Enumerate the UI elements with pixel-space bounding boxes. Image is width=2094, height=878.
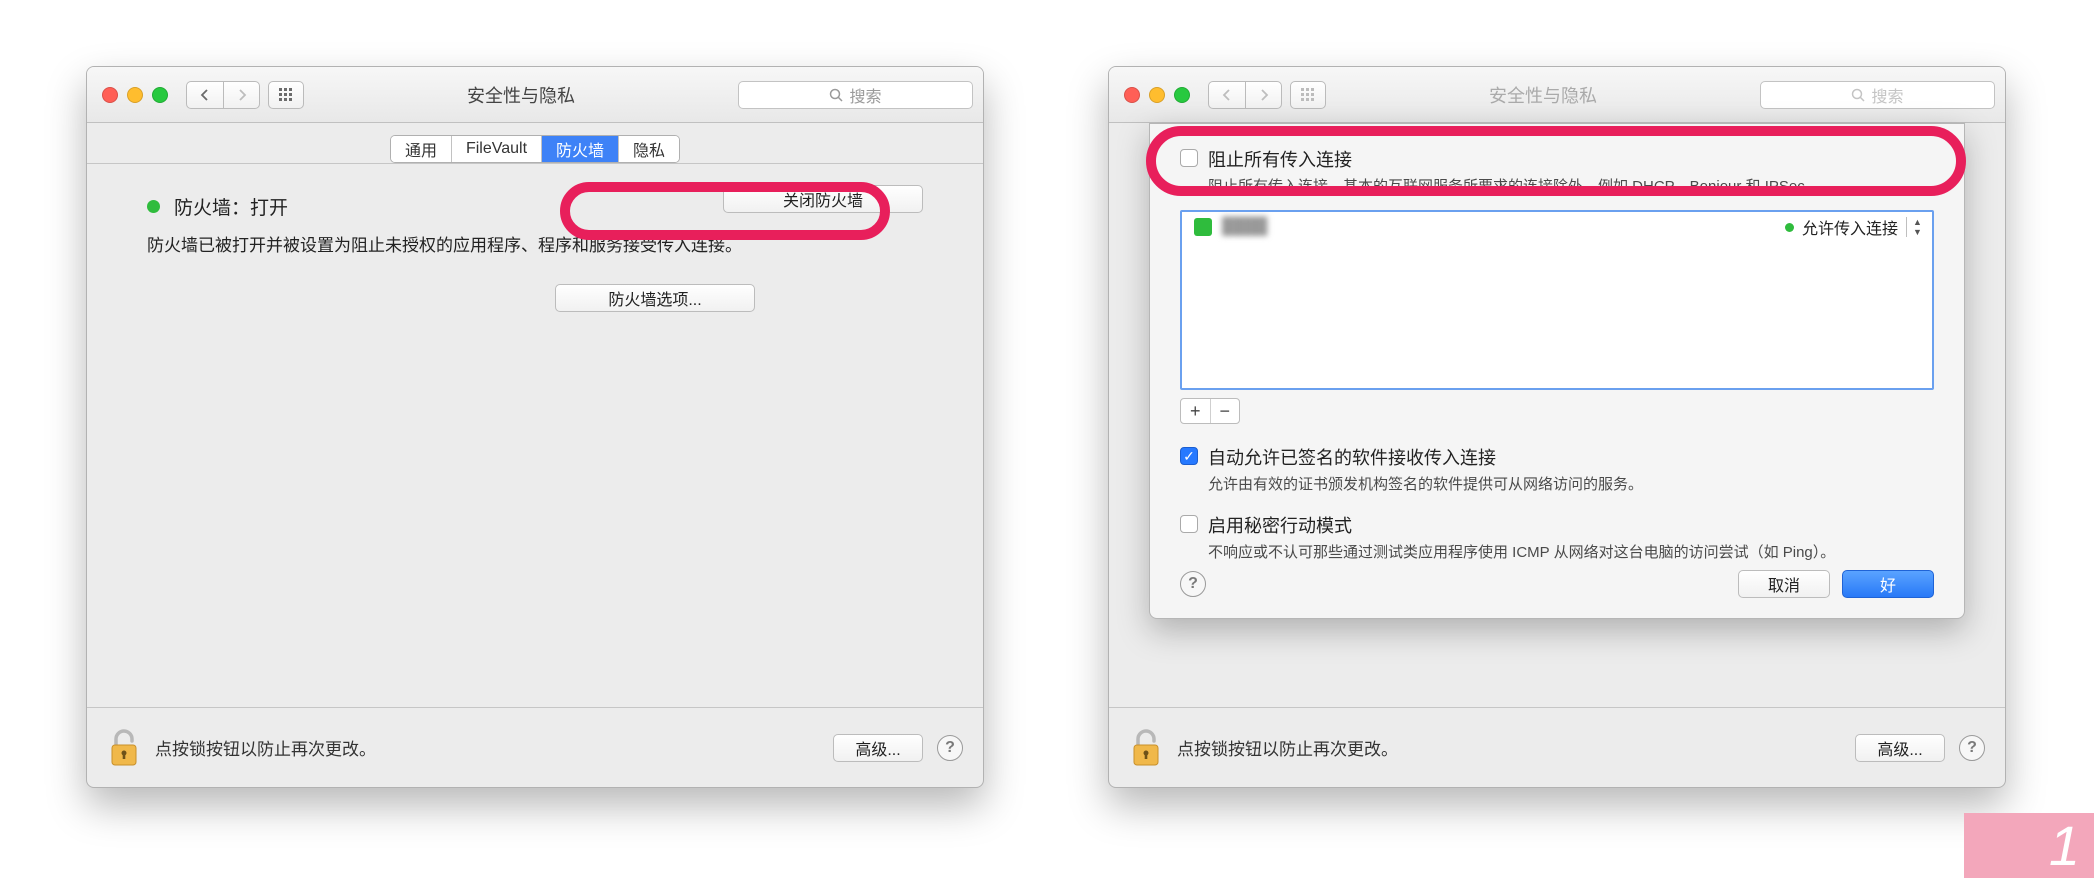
zoom-window-button[interactable]	[152, 87, 168, 103]
app-name-label: ████	[1222, 218, 1785, 236]
nav-forward-button[interactable]	[223, 82, 259, 108]
close-window-button[interactable]	[102, 87, 118, 103]
advanced-button[interactable]: 高级...	[833, 734, 923, 762]
traffic-lights	[102, 87, 168, 103]
tab-filevault[interactable]: FileVault	[451, 136, 541, 162]
stealth-mode-sub: 不响应或不认可那些通过测试类应用程序使用 ICMP 从网络对这台电脑的访问尝试（…	[1208, 541, 1835, 562]
list-item[interactable]: ████ 允许传入连接 ▲▼	[1182, 212, 1932, 242]
remove-app-button[interactable]: −	[1210, 399, 1240, 423]
apps-list[interactable]: ████ 允许传入连接 ▲▼	[1180, 210, 1934, 390]
permission-dropdown[interactable]: ▲▼	[1906, 217, 1920, 237]
cancel-button[interactable]: 取消	[1738, 570, 1830, 598]
bottom-bar: 点按锁按钮以防止再次更改。 高级... ?	[1109, 707, 2005, 787]
nav-forward-button[interactable]	[1245, 82, 1281, 108]
show-all-prefs-button[interactable]	[268, 81, 304, 109]
close-window-button[interactable]	[1124, 87, 1140, 103]
lock-hint-text: 点按锁按钮以防止再次更改。	[1177, 735, 1841, 760]
search-input[interactable]: 搜索	[738, 81, 973, 109]
bottom-bar: 点按锁按钮以防止再次更改。 高级... ?	[87, 707, 983, 787]
tabs-row: 通用 FileVault 防火墙 隐私	[87, 123, 983, 164]
minimize-window-button[interactable]	[1149, 87, 1165, 103]
nav-back-forward	[1208, 81, 1282, 109]
stealth-mode-label: 启用秘密行动模式	[1208, 512, 1835, 538]
turn-off-firewall-button[interactable]: 关闭防火墙	[723, 185, 923, 213]
nav-back-button[interactable]	[1209, 82, 1245, 108]
app-icon	[1194, 218, 1212, 236]
toolbar: 安全性与隐私 搜索	[87, 67, 983, 123]
search-placeholder: 搜索	[1871, 83, 1903, 107]
tab-privacy[interactable]: 隐私	[618, 136, 679, 162]
firewall-options-button[interactable]: 防火墙选项...	[555, 284, 755, 312]
help-button[interactable]: ?	[1959, 735, 1985, 761]
nav-back-button[interactable]	[187, 82, 223, 108]
status-dot-icon	[147, 200, 160, 213]
block-all-checkbox[interactable]	[1180, 149, 1198, 167]
show-all-prefs-button[interactable]	[1290, 81, 1326, 109]
firewall-status-label: 防火墙：打开	[174, 193, 288, 220]
stealth-mode-checkbox[interactable]	[1180, 515, 1198, 533]
ok-button[interactable]: 好	[1842, 570, 1934, 598]
add-remove-group: + −	[1180, 398, 1240, 424]
lock-hint-text: 点按锁按钮以防止再次更改。	[155, 735, 819, 760]
search-input[interactable]: 搜索	[1760, 81, 1995, 109]
firewall-options-sheet: 阻止所有传入连接 阻止所有传入连接，基本的互联网服务所要求的连接除外，例如 DH…	[1149, 123, 1965, 619]
help-button[interactable]: ?	[1180, 571, 1206, 597]
search-icon	[829, 88, 843, 102]
traffic-lights	[1124, 87, 1190, 103]
block-all-sub: 阻止所有传入连接，基本的互联网服务所要求的连接除外，例如 DHCP、Bonjou…	[1208, 175, 1820, 196]
window-title: 安全性与隐私	[312, 82, 730, 108]
nav-back-forward	[186, 81, 260, 109]
search-icon	[1851, 88, 1865, 102]
zoom-window-button[interactable]	[1174, 87, 1190, 103]
firewall-content: 防火墙：打开 关闭防火墙 防火墙已被打开并被设置为阻止未授权的应用程序、程序和服…	[87, 167, 983, 707]
auto-allow-sub: 允许由有效的证书颁发机构签名的软件提供可从网络访问的服务。	[1208, 473, 1643, 494]
window-title: 安全性与隐私	[1334, 82, 1752, 108]
prefs-window-left: 安全性与隐私 搜索 通用 FileVault 防火墙 隐私 防火墙：打开 关闭防…	[86, 66, 984, 788]
add-app-button[interactable]: +	[1181, 399, 1210, 423]
toolbar: 安全性与隐私 搜索	[1109, 67, 2005, 123]
minimize-window-button[interactable]	[127, 87, 143, 103]
tab-firewall[interactable]: 防火墙	[541, 136, 618, 162]
firewall-status-desc: 防火墙已被打开并被设置为阻止未授权的应用程序、程序和服务接受传入连接。	[147, 231, 923, 256]
lock-icon[interactable]	[107, 727, 141, 769]
search-placeholder: 搜索	[849, 83, 881, 107]
page-number-badge: 1	[1964, 813, 2094, 878]
tab-general[interactable]: 通用	[391, 136, 451, 162]
help-button[interactable]: ?	[937, 735, 963, 761]
auto-allow-label: 自动允许已签名的软件接收传入连接	[1208, 444, 1643, 470]
status-dot-icon	[1785, 223, 1794, 232]
prefs-window-right: 安全性与隐私 搜索 阻止所有传入连接 阻止所有传入连接，基本的互联网服务所要求的…	[1108, 66, 2006, 788]
block-all-label: 阻止所有传入连接	[1208, 146, 1820, 172]
lock-icon[interactable]	[1129, 727, 1163, 769]
app-permission-label: 允许传入连接	[1802, 215, 1898, 239]
advanced-button[interactable]: 高级...	[1855, 734, 1945, 762]
auto-allow-checkbox[interactable]: ✓	[1180, 447, 1198, 465]
